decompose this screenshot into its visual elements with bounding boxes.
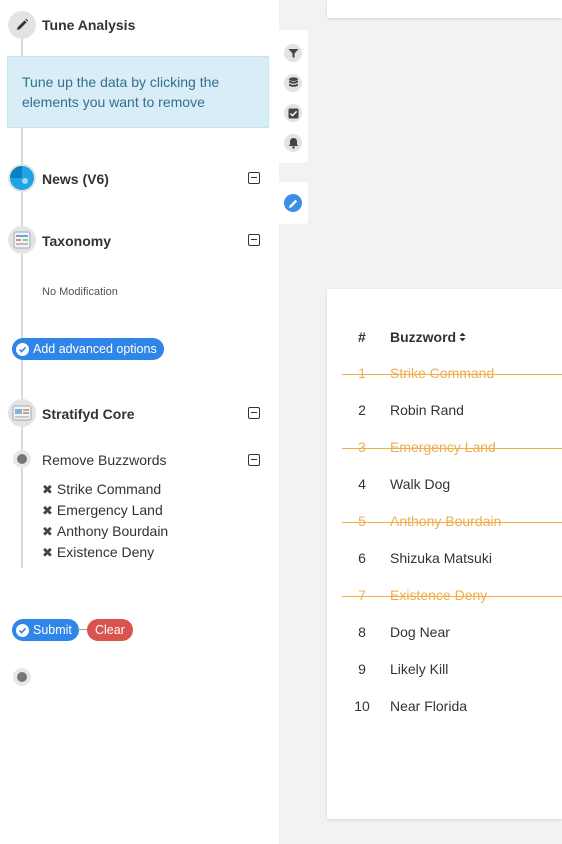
table-row[interactable]: 10 Near Florida xyxy=(342,698,562,718)
table-row[interactable]: 4 Walk Dog xyxy=(342,476,562,496)
checkbox-icon[interactable] xyxy=(284,104,302,122)
table-row[interactable]: 2 Robin Rand xyxy=(342,402,562,422)
pencil-icon xyxy=(8,11,36,39)
table-row[interactable]: 3 Emergency Land xyxy=(342,439,562,459)
remove-icon[interactable]: ✖ xyxy=(42,480,53,499)
add-advanced-options-label: Add advanced options xyxy=(33,342,157,356)
column-header-number: # xyxy=(358,329,366,345)
table-row[interactable]: 5 Anthony Bourdain xyxy=(342,513,562,533)
clear-button[interactable]: Clear xyxy=(87,619,133,641)
tune-analysis-title: Tune Analysis xyxy=(42,17,136,33)
check-icon xyxy=(16,342,29,356)
step-dot-icon xyxy=(13,450,31,468)
info-message: Tune up the data by clicking the element… xyxy=(7,56,269,128)
table-row[interactable]: 1 Strike Command xyxy=(342,365,562,385)
collapse-icon[interactable] xyxy=(248,454,260,466)
news-title[interactable]: News (V6) xyxy=(42,171,109,187)
list-item[interactable]: ✖ Anthony Bourdain xyxy=(42,521,168,542)
collapse-icon[interactable] xyxy=(248,234,260,246)
table-row[interactable]: 6 Shizuka Matsuki xyxy=(342,550,562,570)
remove-buzzwords-title: Remove Buzzwords xyxy=(42,452,167,468)
pencil-icon[interactable] xyxy=(284,194,302,212)
database-icon[interactable] xyxy=(284,74,302,92)
submit-label: Submit xyxy=(33,623,72,637)
bell-icon[interactable] xyxy=(284,134,302,152)
collapse-icon[interactable] xyxy=(248,407,260,419)
clear-label: Clear xyxy=(95,623,125,637)
filter-icon[interactable] xyxy=(284,44,302,62)
table-row[interactable]: 7 Existence Deny xyxy=(342,587,562,607)
edit-toolbar xyxy=(279,182,308,224)
side-toolbar xyxy=(279,30,308,163)
check-icon xyxy=(16,623,29,637)
top-card xyxy=(327,0,562,18)
taxonomy-status: No Modification xyxy=(42,286,118,298)
list-item[interactable]: ✖ Existence Deny xyxy=(42,542,168,563)
taxonomy-icon[interactable] xyxy=(8,226,36,254)
remove-icon[interactable]: ✖ xyxy=(42,522,53,541)
list-item[interactable]: ✖ Strike Command xyxy=(42,479,168,500)
add-advanced-options-button[interactable]: Add advanced options xyxy=(12,338,164,360)
stratifyd-core-icon[interactable] xyxy=(8,399,36,427)
divider xyxy=(77,629,87,630)
stratifyd-core-title[interactable]: Stratifyd Core xyxy=(42,406,135,422)
table-row[interactable]: 8 Dog Near xyxy=(342,624,562,644)
sort-icon[interactable] xyxy=(459,332,466,342)
table-row[interactable]: 9 Likely Kill xyxy=(342,661,562,681)
step-dot-icon xyxy=(13,668,31,686)
remove-icon[interactable]: ✖ xyxy=(42,501,53,520)
removed-buzzwords-list: ✖ Strike Command ✖ Emergency Land ✖ Anthony… xyxy=(42,479,168,563)
timeline-line xyxy=(21,38,23,58)
column-header-buzzword[interactable]: Buzzword xyxy=(390,329,466,345)
remove-icon[interactable]: ✖ xyxy=(42,543,53,562)
news-source-icon[interactable] xyxy=(8,164,36,192)
collapse-icon[interactable] xyxy=(248,172,260,184)
submit-button[interactable]: Submit xyxy=(12,619,79,641)
taxonomy-title[interactable]: Taxonomy xyxy=(42,233,111,249)
analysis-panel: Tune Analysis Tune up the data by clicki… xyxy=(0,0,279,844)
list-item[interactable]: ✖ Emergency Land xyxy=(42,500,168,521)
